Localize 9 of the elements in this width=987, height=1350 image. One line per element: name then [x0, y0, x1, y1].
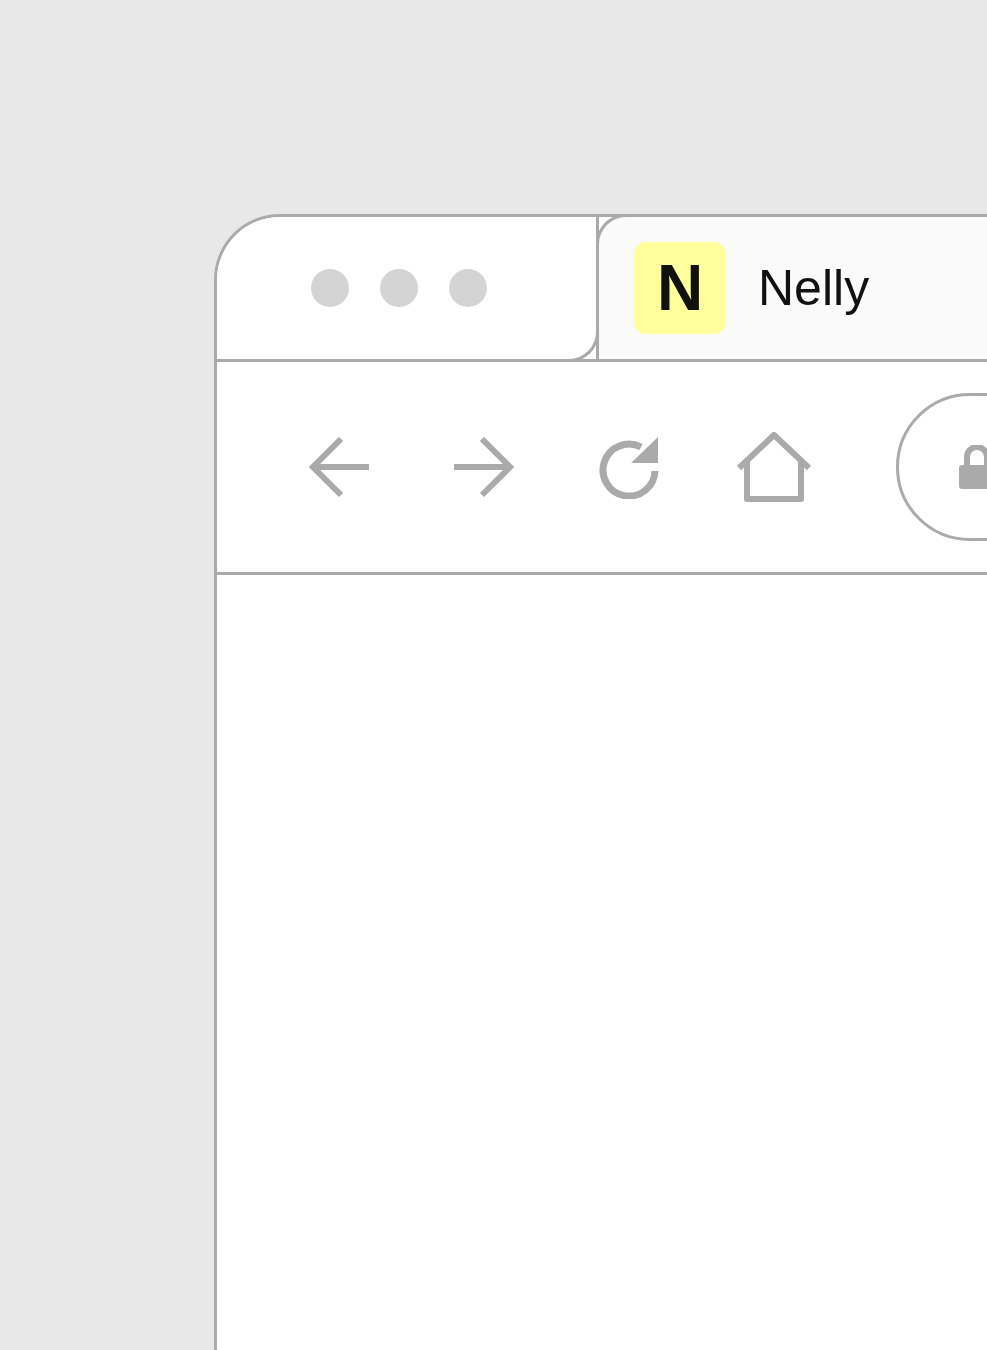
back-icon[interactable] — [307, 435, 371, 499]
window-control-icon[interactable] — [449, 269, 487, 307]
favicon: N — [634, 242, 726, 334]
window-control-icon[interactable] — [380, 269, 418, 307]
forward-icon[interactable] — [452, 435, 516, 499]
reload-icon[interactable] — [597, 435, 661, 499]
window-control-icon[interactable] — [311, 269, 349, 307]
browser-tab[interactable]: N Nelly — [596, 217, 987, 359]
home-icon[interactable] — [736, 432, 812, 502]
